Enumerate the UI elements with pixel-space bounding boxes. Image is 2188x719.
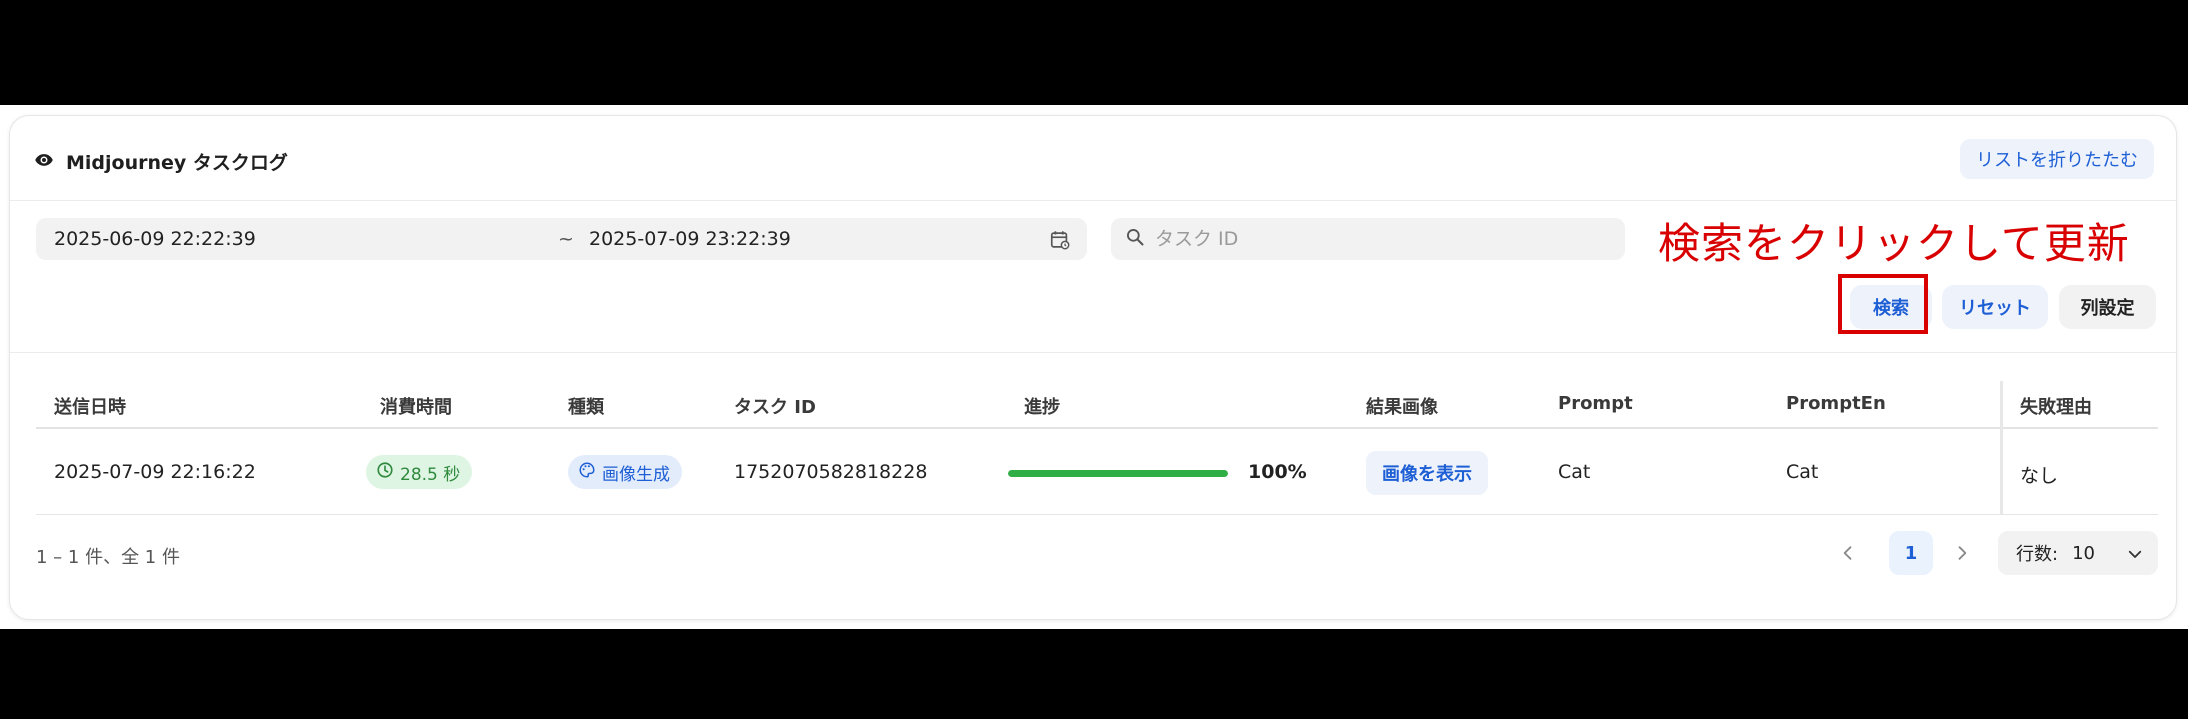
column-header-duration[interactable]: 消費時間 [380, 393, 452, 419]
annotation-label: 検索をクリックして更新 [1658, 219, 2130, 268]
column-header-submitted[interactable]: 送信日時 [54, 393, 126, 419]
chevron-left-icon[interactable] [1832, 537, 1864, 569]
calendar-icon[interactable] [1049, 229, 1071, 251]
progress-label: 100% [1248, 461, 1307, 483]
cell-task-id: 1752070582818228 [734, 461, 928, 483]
column-header-prompt[interactable]: Prompt [1558, 393, 1633, 414]
cell-prompt: Cat [1558, 461, 1591, 483]
date-range-picker[interactable]: 2025-06-09 22:22:39 ~ 2025-07-09 23:22:3… [36, 218, 1087, 260]
column-header-task-id[interactable]: タスク ID [734, 393, 816, 419]
section-divider [10, 352, 2176, 353]
cell-submitted: 2025-07-09 22:16:22 [54, 461, 256, 483]
column-settings-button[interactable]: 列設定 [2059, 285, 2156, 329]
table-row: 2025-07-09 22:16:22 28.5 秒 画像生成 17520705… [36, 431, 2158, 515]
reset-button[interactable]: リセット [1942, 285, 2048, 329]
search-input[interactable] [1155, 228, 1595, 250]
sticky-column-divider [2000, 381, 2003, 515]
search-button[interactable]: 検索 [1850, 285, 1932, 329]
column-header-type[interactable]: 種類 [568, 393, 604, 419]
rows-per-page-select[interactable]: 行数: 10 [1998, 531, 2158, 575]
table-footer: 1 – 1 件、全 1 件 1 行数: 10 [36, 529, 2158, 577]
column-header-result-image[interactable]: 結果画像 [1366, 393, 1438, 419]
date-start[interactable]: 2025-06-09 22:22:39 [54, 228, 256, 250]
column-header-fail-reason[interactable]: 失敗理由 [2020, 393, 2092, 419]
chevron-right-icon[interactable] [1946, 537, 1978, 569]
task-log-card: Midjourney タスクログ リストを折りたたむ 2025-06-09 22… [9, 115, 2177, 620]
column-header-progress[interactable]: 進捗 [1024, 393, 1060, 419]
title-wrap: Midjourney タスクログ [34, 148, 288, 175]
card-header: Midjourney タスクログ リストを折りたたむ [10, 116, 2176, 201]
cell-fail-reason: なし [2020, 465, 2059, 487]
progress-bar [1008, 470, 1228, 477]
date-end[interactable]: 2025-07-09 23:22:39 [589, 228, 791, 250]
type-badge: 画像生成 [568, 455, 682, 489]
column-header-prompt-en[interactable]: PromptEn [1786, 393, 1886, 414]
cell-duration: 28.5 秒 [400, 464, 461, 485]
pagination-summary: 1 – 1 件、全 1 件 [36, 547, 180, 568]
date-separator: ~ [558, 228, 574, 250]
cell-prompt-en: Cat [1786, 461, 1819, 483]
search-icon [1125, 227, 1145, 251]
progress-fill [1008, 470, 1228, 477]
rows-per-page-label: 行数: [2016, 544, 2059, 565]
task-id-search[interactable] [1111, 218, 1625, 260]
view-image-button[interactable]: 画像を表示 [1366, 451, 1488, 495]
cell-type: 画像生成 [602, 464, 670, 485]
clock-icon [376, 461, 394, 484]
page-number-current[interactable]: 1 [1889, 531, 1933, 575]
page-title: Midjourney タスクログ [66, 152, 288, 174]
collapse-list-button[interactable]: リストを折りたたむ [1960, 139, 2154, 179]
duration-badge: 28.5 秒 [366, 455, 473, 489]
rows-per-page-value: 10 [2072, 542, 2095, 564]
palette-icon [578, 461, 596, 484]
screen-frame: Midjourney タスクログ リストを折りたたむ 2025-06-09 22… [0, 105, 2188, 629]
eye-icon [34, 150, 54, 174]
table-header: 送信日時 消費時間 種類 タスク ID 進捗 結果画像 Prompt Promp… [36, 381, 2158, 429]
